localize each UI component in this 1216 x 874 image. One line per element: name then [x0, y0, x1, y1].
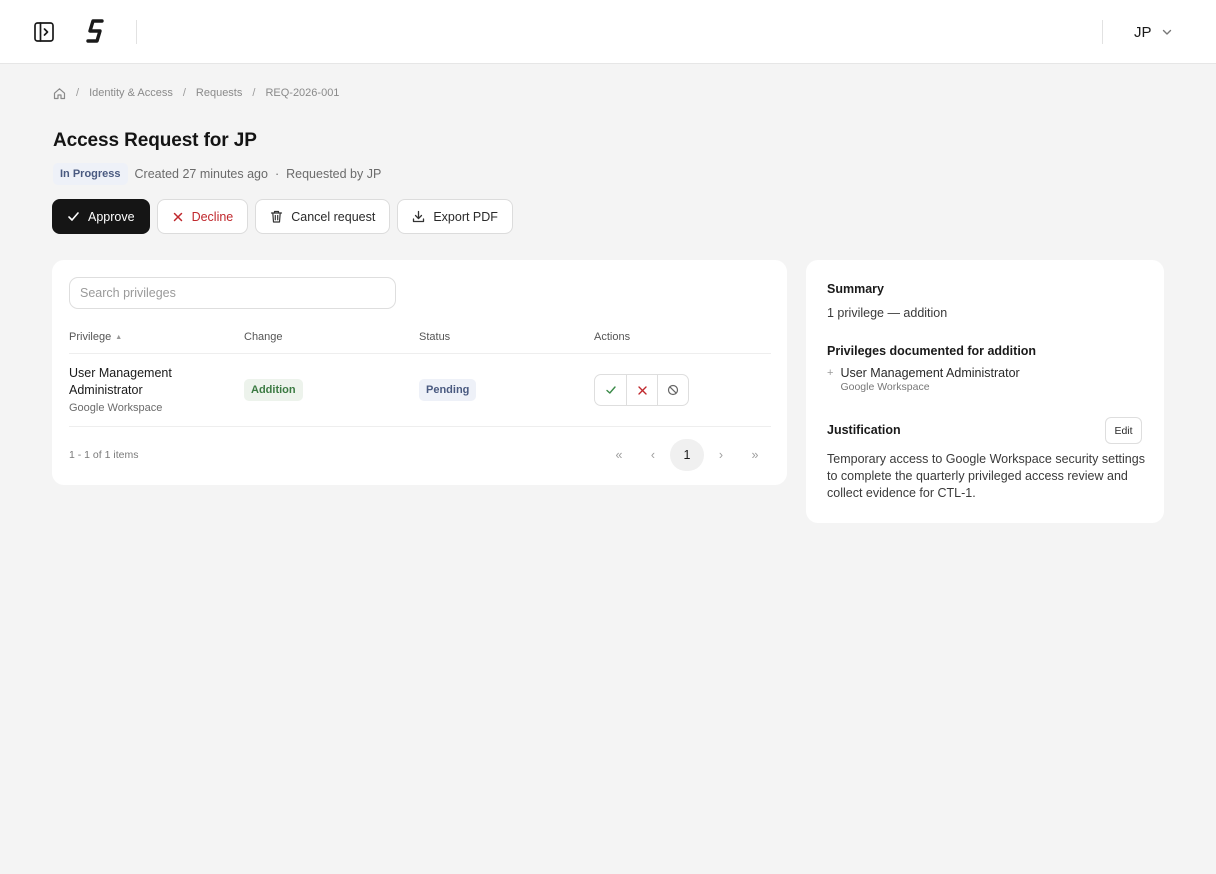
- plus-icon: +: [827, 367, 834, 379]
- action-bar: Approve Decline Cancel request Export PD…: [52, 199, 513, 234]
- privilege-source: Google Workspace: [69, 402, 163, 414]
- approve-label: Approve: [88, 209, 135, 224]
- double-chevron-left-icon: «: [615, 448, 623, 462]
- check-icon: [68, 212, 79, 221]
- top-bar: JP: [0, 0, 1216, 64]
- documented-heading: Privileges documented for addition: [827, 344, 1037, 358]
- sidebar-toggle-icon: [34, 22, 54, 42]
- change-badge: Addition: [244, 379, 303, 401]
- trash-icon: [271, 210, 283, 223]
- breadcrumb: / Identity & Access / Requests / REQ-202…: [53, 85, 339, 101]
- page-title: Access Request for JP: [53, 130, 257, 151]
- breadcrumb-separator: /: [252, 87, 256, 99]
- summary-heading: Summary: [827, 282, 884, 296]
- ban-icon: [667, 384, 679, 396]
- column-header-privilege[interactable]: Privilege ▲: [69, 331, 122, 343]
- export-pdf-label: Export PDF: [433, 209, 498, 224]
- privilege-name: User Management Administrator: [69, 366, 172, 397]
- breadcrumb-separator: /: [182, 87, 186, 99]
- chevron-left-icon: ‹: [650, 448, 656, 462]
- prev-page-button[interactable]: ‹: [636, 439, 670, 471]
- chevron-down-icon: [1162, 29, 1171, 35]
- next-page-button[interactable]: ›: [704, 439, 738, 471]
- double-chevron-right-icon: »: [751, 448, 759, 462]
- decline-label: Decline: [191, 209, 234, 224]
- table-header: Privilege ▲ Change Status Actions: [69, 326, 771, 354]
- column-label: Privilege: [69, 331, 112, 343]
- pagination-count: 1 - 1 of 1 items: [69, 449, 139, 461]
- justification-text: Temporary access to Google Workspace sec…: [827, 452, 1145, 500]
- edit-justification-button[interactable]: Edit: [1105, 417, 1142, 444]
- close-icon: [173, 212, 182, 221]
- breadcrumb-identity-access[interactable]: Identity & Access: [89, 87, 173, 99]
- approve-row-button[interactable]: [595, 375, 626, 405]
- privilege-cell: User Management Administrator Google Wor…: [69, 365, 229, 414]
- request-meta: In Progress Created 27 minutes ago · Req…: [53, 163, 381, 185]
- column-header-status: Status: [419, 331, 451, 343]
- last-page-button[interactable]: »: [738, 439, 772, 471]
- change-cell: Addition: [244, 379, 303, 401]
- actions-cell: [594, 374, 689, 406]
- cancel-request-label: Cancel request: [291, 209, 376, 224]
- approve-button[interactable]: Approve: [52, 199, 150, 234]
- column-header-change: Change: [244, 331, 283, 343]
- first-page-button[interactable]: «: [602, 439, 636, 471]
- search-input[interactable]: [69, 277, 396, 309]
- decline-button[interactable]: Decline: [156, 199, 249, 234]
- summary-text: 1 privilege — addition: [827, 306, 948, 320]
- chevron-right-icon: ›: [718, 448, 724, 462]
- pagination: « ‹ 1 › »: [602, 439, 772, 471]
- documented-item-name: User Management Administrator: [840, 366, 1020, 380]
- status-badge: Pending: [419, 379, 477, 401]
- export-pdf-button[interactable]: Export PDF: [397, 199, 513, 234]
- documented-item-source: Google Workspace: [840, 381, 930, 393]
- status-badge: In Progress: [53, 163, 128, 185]
- decline-row-button[interactable]: [626, 375, 657, 405]
- breadcrumb-current: REQ-2026-001: [265, 87, 340, 99]
- summary-card: Summary 1 privilege — addition Privilege…: [806, 260, 1164, 523]
- header-divider: [136, 20, 137, 44]
- sidebar-toggle-button[interactable]: [32, 20, 56, 44]
- breadcrumb-separator: /: [76, 87, 80, 99]
- breadcrumb-requests[interactable]: Requests: [196, 87, 242, 99]
- privileges-card: Privilege ▲ Change Status Actions User M…: [52, 260, 787, 485]
- sort-asc-icon: ▲: [115, 333, 123, 341]
- row-actions-group: [594, 374, 689, 406]
- table-row: User Management Administrator Google Wor…: [69, 355, 771, 427]
- page-number-button[interactable]: 1: [670, 439, 704, 471]
- created-time: Created 27 minutes ago: [134, 167, 268, 181]
- column-header-actions: Actions: [594, 331, 631, 343]
- documented-item: + User Management Administrator Google W…: [827, 366, 1020, 393]
- status-cell: Pending: [419, 379, 477, 401]
- download-icon: [413, 210, 425, 223]
- brand-logo[interactable]: [85, 17, 107, 45]
- close-icon: [637, 385, 647, 395]
- cancel-request-button[interactable]: Cancel request: [255, 199, 391, 234]
- revoke-row-button[interactable]: [657, 375, 688, 405]
- meta-separator: ·: [274, 167, 280, 181]
- home-icon[interactable]: [53, 87, 66, 100]
- check-icon: [605, 386, 616, 394]
- page-number: 1: [683, 448, 691, 462]
- justification-heading: Justification: [827, 423, 901, 437]
- user-menu[interactable]: JP: [1134, 20, 1173, 44]
- requested-by: Requested by JP: [286, 167, 382, 181]
- user-initials: JP: [1134, 23, 1152, 41]
- header-divider: [1102, 20, 1103, 44]
